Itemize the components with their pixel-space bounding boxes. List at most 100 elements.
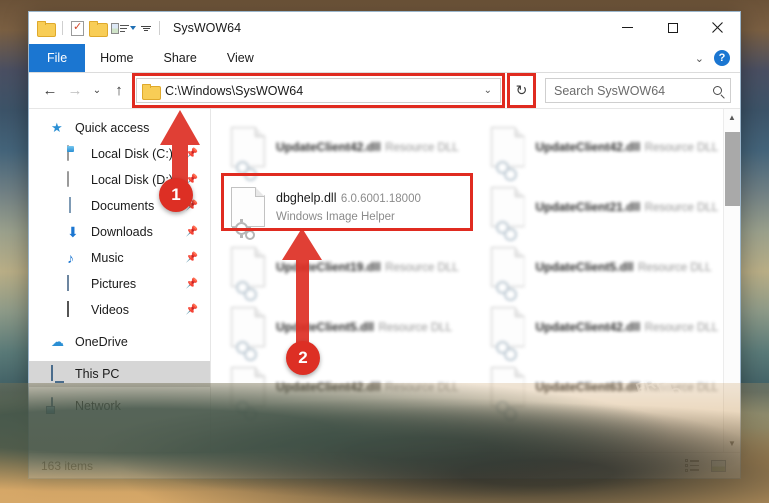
- sidebar-item-pictures[interactable]: Pictures 📌: [29, 271, 210, 297]
- sidebar-item-local-disk-c[interactable]: Local Disk (C:) 📌: [29, 141, 210, 167]
- file-description: Resource DLL: [638, 262, 712, 274]
- file-item[interactable]: UpdateClient42.dll Resource DLL: [225, 117, 481, 177]
- sidebar-item-label: Videos: [91, 303, 129, 317]
- disk-icon: [67, 172, 83, 188]
- minimize-button[interactable]: [605, 12, 650, 43]
- dll-file-icon: [491, 187, 525, 227]
- tab-file[interactable]: File: [29, 44, 85, 72]
- file-item[interactable]: UpdateClient42.dll Resource DLL: [485, 117, 741, 177]
- address-bar[interactable]: C:\Windows\SysWOW64 ⌄: [136, 78, 501, 103]
- pin-icon[interactable]: 📌: [186, 253, 198, 264]
- large-icons-view-button[interactable]: [708, 457, 728, 475]
- sidebar-item-label: Local Disk (C:): [91, 147, 173, 161]
- scroll-down-icon[interactable]: ▼: [724, 435, 741, 452]
- title-bar: SysWOW64: [29, 12, 740, 44]
- sidebar-item-label: Network: [75, 399, 121, 413]
- sidebar-item-quick-access[interactable]: ★ Quick access: [29, 115, 210, 141]
- pin-icon[interactable]: 📌: [186, 201, 198, 212]
- folder-icon[interactable]: [37, 21, 54, 35]
- file-version: 6.0.6001.18000: [341, 193, 421, 205]
- tab-view[interactable]: View: [212, 44, 269, 72]
- pin-icon[interactable]: 📌: [186, 175, 198, 186]
- scrollbar-track[interactable]: [724, 126, 741, 435]
- dll-file-icon: [231, 127, 265, 167]
- cloud-icon: ☁: [51, 334, 67, 350]
- gear-file-icon: [231, 187, 265, 227]
- file-description: Resource DLL: [385, 382, 459, 394]
- file-name: UpdateClient42.dll: [276, 380, 381, 394]
- tab-home[interactable]: Home: [85, 44, 148, 72]
- tab-share[interactable]: Share: [149, 44, 212, 72]
- file-explorer-window: SysWOW64 File Home Share View ⌄ ?: [28, 11, 741, 479]
- forward-button[interactable]: →: [63, 79, 87, 103]
- sort-icon[interactable]: [111, 23, 136, 34]
- quick-access-toolbar: [37, 21, 163, 36]
- sidebar-item-onedrive[interactable]: ☁ OneDrive: [29, 329, 210, 355]
- file-item[interactable]: UpdateClient21.dll Resource DLL: [485, 177, 741, 237]
- dll-file-icon: [491, 367, 525, 407]
- close-icon: [712, 22, 723, 33]
- details-view-icon: [685, 459, 699, 472]
- dll-file-icon: [231, 367, 265, 407]
- sidebar-item-this-pc[interactable]: This PC: [29, 361, 210, 387]
- ribbon-right-controls: ⌄ ?: [695, 44, 740, 72]
- file-item[interactable]: UpdateClient63.dll Resource DLL: [485, 357, 741, 417]
- file-description: Resource DLL: [385, 262, 459, 274]
- music-icon: ♪: [67, 250, 83, 266]
- file-item[interactable]: UpdateClient19.dll Resource DLL: [225, 237, 481, 297]
- vertical-scrollbar[interactable]: ▲ ▼: [723, 109, 740, 452]
- search-icon[interactable]: [713, 86, 722, 95]
- file-name: UpdateClient63.dll: [536, 380, 641, 394]
- file-item[interactable]: UpdateClient5.dll Resource DLL: [485, 237, 741, 297]
- help-button[interactable]: ?: [714, 50, 730, 66]
- sidebar-item-label: Downloads: [91, 225, 153, 239]
- file-item[interactable]: UpdateClient42.dll Resource DLL: [485, 297, 741, 357]
- sidebar-item-label: Pictures: [91, 277, 136, 291]
- star-icon: ★: [51, 120, 67, 136]
- customize-dropdown-icon[interactable]: [141, 26, 151, 31]
- refresh-button[interactable]: ↻: [509, 78, 534, 103]
- file-item[interactable]: UpdateClient42.dll Resource DLL: [225, 357, 481, 417]
- scroll-up-icon[interactable]: ▲: [724, 109, 741, 126]
- properties-icon[interactable]: [71, 21, 84, 36]
- file-name: UpdateClient42.dll: [536, 140, 641, 154]
- sidebar-item-downloads[interactable]: ⬇ Downloads 📌: [29, 219, 210, 245]
- sidebar-item-music[interactable]: ♪ Music 📌: [29, 245, 210, 271]
- details-view-button[interactable]: [682, 457, 702, 475]
- item-count-label: 163 items: [41, 459, 93, 473]
- sidebar-item-documents[interactable]: Documents 📌: [29, 193, 210, 219]
- recent-locations-button[interactable]: ⌄: [88, 79, 106, 103]
- file-description: Resource DLL: [645, 382, 719, 394]
- sidebar-item-network[interactable]: Network: [29, 393, 210, 419]
- address-dropdown-icon[interactable]: ⌄: [479, 85, 497, 96]
- window-title: SysWOW64: [173, 21, 241, 35]
- status-bar: 163 items: [29, 452, 740, 478]
- pin-icon[interactable]: 📌: [186, 149, 198, 160]
- refresh-wrapper: ↻: [509, 78, 534, 103]
- chevron-down-icon[interactable]: ⌄: [695, 52, 704, 65]
- file-name: UpdateClient19.dll: [276, 260, 381, 274]
- search-input[interactable]: Search SysWOW64: [545, 78, 731, 103]
- file-description: Resource DLL: [645, 202, 719, 214]
- dll-file-icon: [231, 247, 265, 287]
- up-button[interactable]: ↑: [107, 79, 131, 103]
- close-button[interactable]: [695, 12, 740, 43]
- sidebar-item-videos[interactable]: Videos 📌: [29, 297, 210, 323]
- pictures-icon: [67, 276, 83, 292]
- sidebar-item-label: This PC: [75, 367, 119, 381]
- pin-icon[interactable]: 📌: [186, 305, 198, 316]
- large-icons-view-icon: [711, 460, 726, 472]
- file-item-dbghelp[interactable]: dbghelp.dll 6.0.6001.18000 Windows Image…: [225, 177, 481, 237]
- maximize-button[interactable]: [650, 12, 695, 43]
- pin-icon[interactable]: 📌: [186, 227, 198, 238]
- new-folder-icon[interactable]: [89, 21, 106, 35]
- pin-icon[interactable]: 📌: [186, 279, 198, 290]
- file-description: Resource DLL: [378, 322, 452, 334]
- file-item[interactable]: UpdateClient5.dll Resource DLL: [225, 297, 481, 357]
- window-controls: [605, 12, 740, 44]
- scrollbar-thumb[interactable]: [725, 132, 740, 206]
- search-placeholder: Search SysWOW64: [554, 84, 713, 98]
- file-list-pane[interactable]: UpdateClient42.dll Resource DLL UpdateCl…: [211, 109, 740, 452]
- back-button[interactable]: ←: [38, 79, 62, 103]
- sidebar-item-local-disk-d[interactable]: Local Disk (D:) 📌: [29, 167, 210, 193]
